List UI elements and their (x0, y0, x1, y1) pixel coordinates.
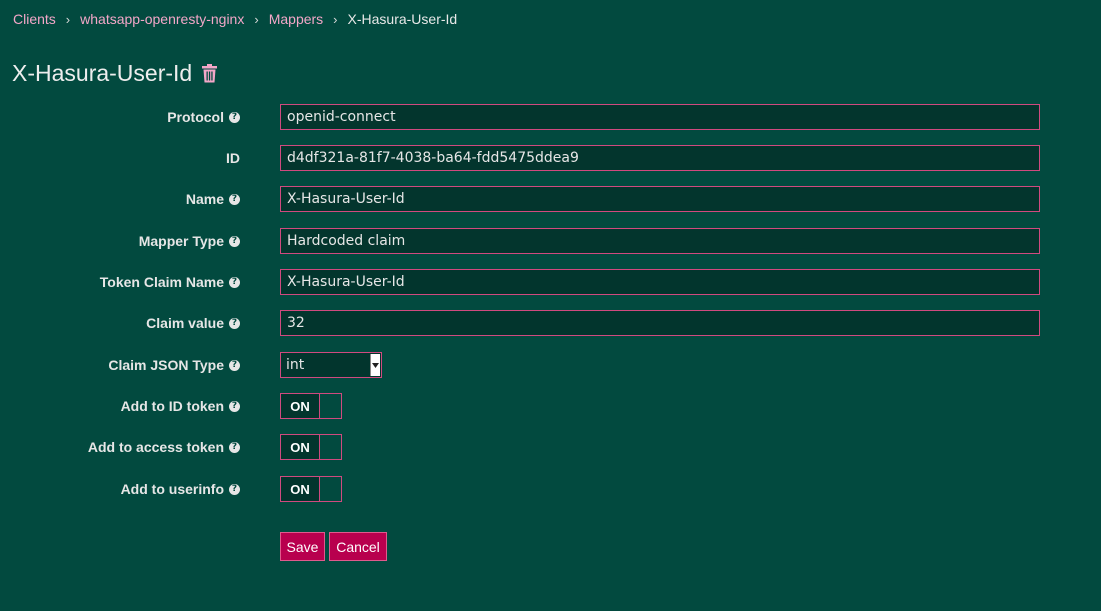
help-icon[interactable]: ? (229, 400, 240, 412)
toggle-handle (319, 477, 341, 501)
add-to-id-token-toggle[interactable]: ON (280, 393, 342, 419)
token-claim-name-row: Token Claim Name ? X-Hasura-User-Id (0, 269, 1101, 295)
add-to-id-token-row: Add to ID token ? ON (0, 393, 1101, 419)
name-label-text: Name (185, 191, 224, 207)
claim-value-label: Claim value ? (146, 310, 240, 336)
breadcrumb-clients[interactable]: Clients (13, 11, 56, 27)
chevron-right-icon: › (65, 11, 71, 27)
add-to-access-token-toggle[interactable]: ON (280, 434, 342, 460)
title-row: X-Hasura-User-Id (12, 58, 218, 88)
claim-json-type-row: Claim JSON Type ? int (0, 352, 1101, 378)
toggle-state: ON (281, 394, 319, 418)
add-to-id-token-label-text: Add to ID token (120, 398, 224, 414)
breadcrumb: Clients › whatsapp-openresty-nginx › Map… (13, 9, 457, 29)
token-claim-name-label-text: Token Claim Name (99, 274, 224, 290)
add-to-userinfo-label: Add to userinfo ? (121, 476, 240, 502)
add-to-access-token-label: Add to access token ? (88, 434, 240, 460)
add-to-access-token-row: Add to access token ? ON (0, 434, 1101, 460)
add-to-access-token-label-text: Add to access token (87, 439, 224, 455)
mapper-type-row: Mapper Type ? Hardcoded claim (0, 228, 1101, 254)
claim-value-row: Claim value ? 32 (0, 310, 1101, 336)
chevron-right-icon: › (254, 11, 259, 27)
id-field: d4df321a-81f7-4038-ba64-fdd5475ddea9 (280, 145, 1040, 171)
help-icon[interactable]: ? (229, 111, 240, 123)
name-label: Name ? (186, 186, 240, 212)
toggle-state: ON (281, 435, 319, 459)
help-icon[interactable]: ? (229, 441, 240, 453)
claim-json-type-select[interactable]: int (280, 352, 382, 378)
token-claim-name-label: Token Claim Name ? (100, 269, 240, 295)
help-icon[interactable]: ? (229, 483, 240, 495)
breadcrumb-current: X-Hasura-User-Id (347, 11, 458, 27)
chevron-right-icon: › (333, 11, 338, 27)
add-to-userinfo-toggle[interactable]: ON (280, 476, 342, 502)
id-row: ID d4df321a-81f7-4038-ba64-fdd5475ddea9 (0, 145, 1101, 171)
cancel-button[interactable]: Cancel (329, 532, 387, 561)
breadcrumb-mappers[interactable]: Mappers (269, 11, 323, 27)
name-row: Name ? X-Hasura-User-Id (0, 186, 1101, 212)
chevron-down-icon[interactable] (370, 354, 380, 376)
help-icon[interactable]: ? (229, 193, 240, 205)
protocol-label: Protocol ? (167, 104, 240, 130)
mapper-type-label-text: Mapper Type (138, 233, 224, 249)
name-field: X-Hasura-User-Id (280, 186, 1040, 212)
help-icon[interactable]: ? (229, 317, 240, 329)
toggle-handle (319, 394, 341, 418)
mapper-type-field: Hardcoded claim (280, 228, 1040, 254)
protocol-field: openid-connect (280, 104, 1040, 130)
add-to-userinfo-label-text: Add to userinfo (120, 481, 224, 497)
help-icon[interactable]: ? (229, 276, 240, 288)
add-to-userinfo-row: Add to userinfo ? ON (0, 476, 1101, 502)
mapper-type-label: Mapper Type ? (139, 228, 240, 254)
token-claim-name-input[interactable]: X-Hasura-User-Id (280, 269, 1040, 295)
claim-value-label-text: Claim value (146, 315, 224, 331)
id-label: ID (226, 145, 240, 171)
protocol-row: Protocol ? openid-connect (0, 104, 1101, 130)
add-to-id-token-label: Add to ID token ? (121, 393, 240, 419)
breadcrumb-client[interactable]: whatsapp-openresty-nginx (80, 11, 244, 27)
claim-json-type-label-text: Claim JSON Type (108, 357, 224, 373)
claim-json-type-label: Claim JSON Type ? (108, 352, 240, 378)
id-label-text: ID (226, 150, 240, 166)
page-title: X-Hasura-User-Id (12, 59, 193, 86)
trash-icon[interactable] (201, 63, 218, 83)
mapper-details-page: Clients › whatsapp-openresty-nginx › Map… (0, 0, 1101, 611)
help-icon[interactable]: ? (229, 235, 240, 247)
save-button[interactable]: Save (280, 532, 325, 561)
claim-json-type-value: int (286, 357, 305, 373)
claim-value-input[interactable]: 32 (280, 310, 1040, 336)
toggle-state: ON (281, 477, 319, 501)
help-icon[interactable]: ? (229, 359, 240, 371)
protocol-label-text: Protocol (167, 109, 224, 125)
toggle-handle (319, 435, 341, 459)
